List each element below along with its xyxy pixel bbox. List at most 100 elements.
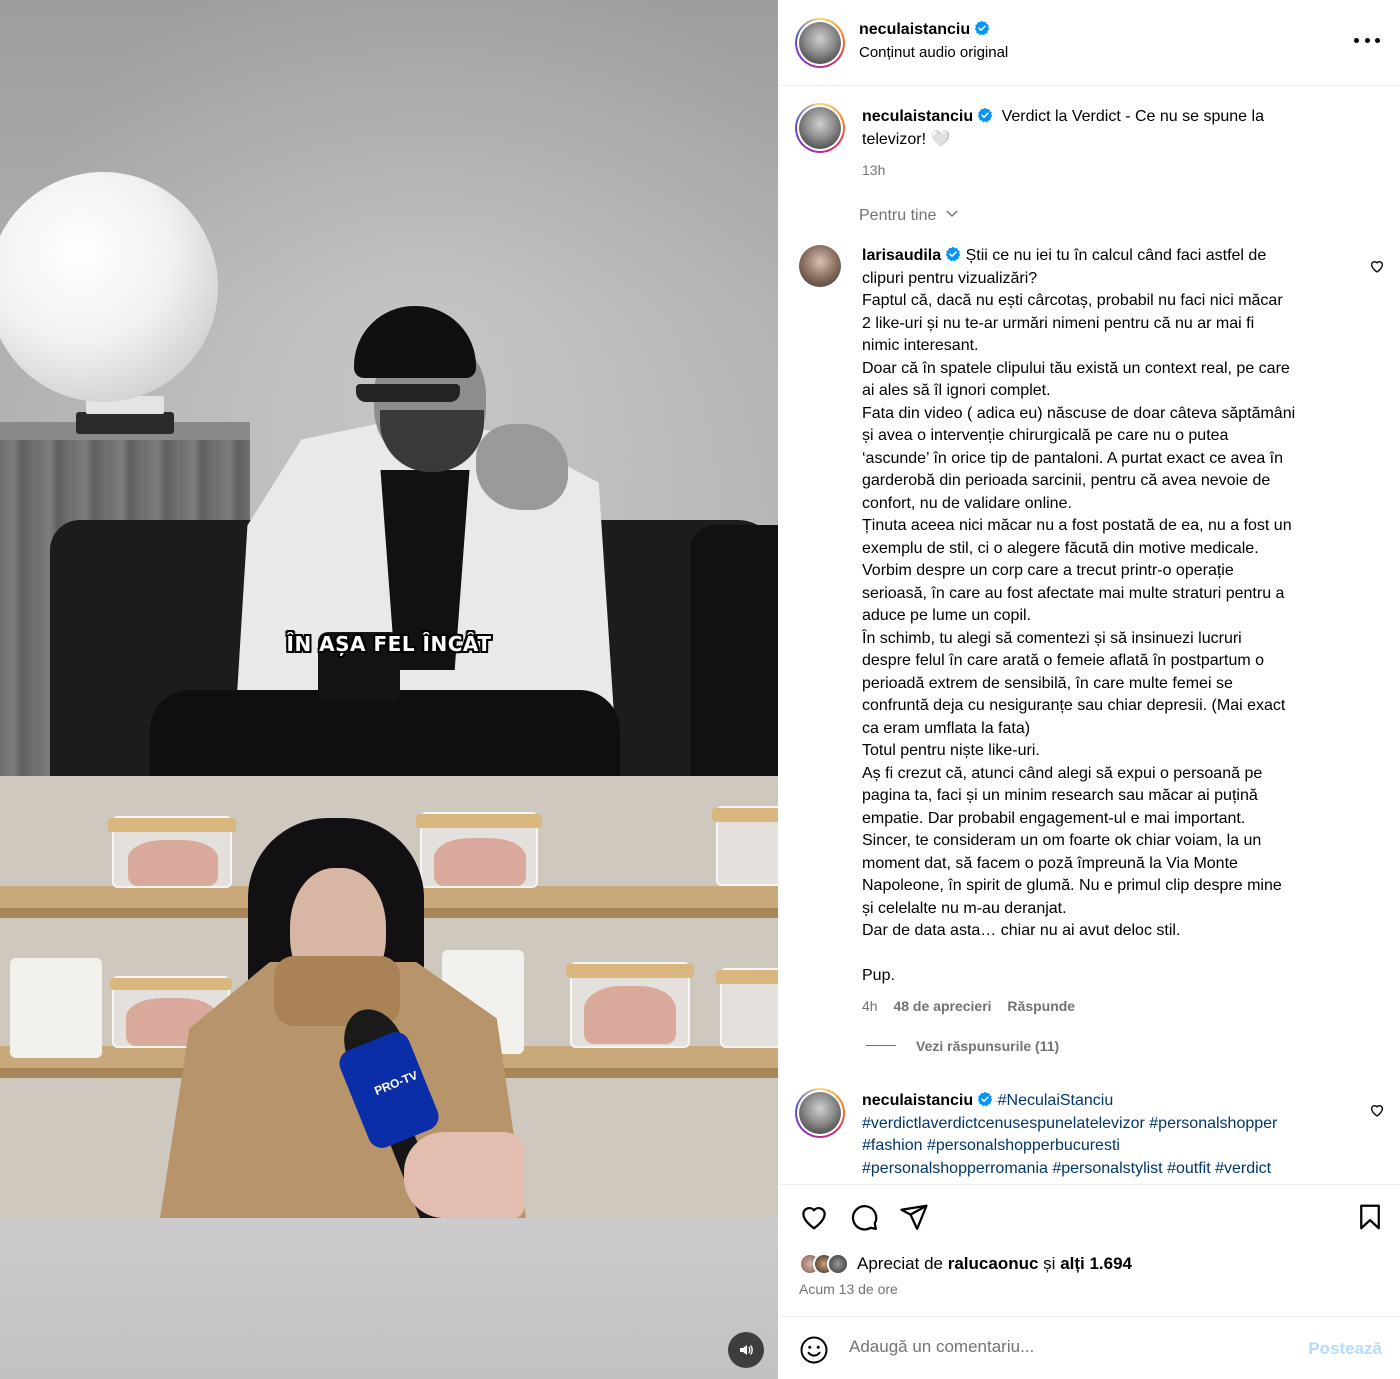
comment-line: Ținuta aceea nici măcar nu a fost postat… [862, 517, 1292, 534]
hashtag-link[interactable]: #fashion #personalshopperbucuresti [862, 1137, 1120, 1154]
comment-line: despre felul în care arată o femeie afla… [862, 652, 1265, 669]
comment-line: aduce pe lume un copil. [862, 607, 1031, 624]
jar-lid [416, 814, 542, 828]
comment-line: clipuri pentru vizualizări? [862, 269, 1038, 287]
share-icon[interactable] [899, 1202, 929, 1232]
comment-line: Doar că în spatele clipului tău există u… [862, 359, 1290, 377]
reel-video[interactable]: ÎN AȘA FEL ÎNCÂT PRO-TV [0, 0, 778, 1379]
more-options-button[interactable] [1354, 30, 1380, 50]
caption-username[interactable]: neculaistanciu [862, 108, 973, 125]
comment-line: confort, nu de validare online. [862, 494, 1072, 512]
sort-label: Pentru tine [859, 207, 937, 224]
man-hand [476, 424, 568, 510]
audio-label[interactable]: Conținut audio original [859, 44, 1008, 61]
caption-time[interactable]: 13h [862, 159, 1332, 182]
chevron-down-icon [946, 210, 958, 218]
comment-line: Totul pentru niște like-uri. [862, 742, 1040, 759]
comment-line: Fata din video ( adica eu) născuse de do… [862, 404, 1296, 422]
liked-and: și [1043, 1254, 1056, 1273]
post-header: neculaistanciu Conținut audio original [779, 0, 1400, 86]
comment-line: ‘ascunde’ în orice tip de pantaloni. A p… [862, 449, 1284, 467]
view-replies-button[interactable]: Vezi răspunsurile (11) [862, 1038, 1352, 1054]
more-horizontal-icon [1354, 37, 1359, 43]
verified-badge-icon [977, 107, 993, 123]
comment-line: și avea o intervenție chirurgicală pe ca… [862, 427, 1229, 444]
comment-line: exemplu de stil, ci o alegere făcută din… [862, 539, 1259, 557]
hashtag-link[interactable]: #verdictlaverdictcenusespunelatelevizor … [862, 1115, 1277, 1132]
author-avatar[interactable] [795, 18, 845, 68]
post-caption: neculaistanciu Verdict la Verdict - Ce n… [862, 105, 1332, 182]
likes-text: Apreciat de ralucaonuc și alți 1.694 [857, 1254, 1132, 1274]
speaker-icon [740, 1345, 753, 1355]
bookmark-icon[interactable] [1355, 1202, 1385, 1232]
comment-line: Sincer, te consideram un om foarte ok ch… [862, 832, 1262, 849]
hashtag-link[interactable]: #personalshopperromania #personalstylist… [862, 1160, 1271, 1177]
comment-like-heart-icon[interactable] [1369, 1102, 1385, 1118]
hashtag-comment-avatar[interactable] [795, 1088, 845, 1138]
liked-user[interactable]: ralucaonuc [948, 1254, 1039, 1273]
comment-line: confruntă deja cu nesiguranțe sau chiar … [862, 697, 1286, 714]
paper-roll [10, 958, 102, 1058]
comment-meta: 4h 48 de aprecieri Răspunde [862, 998, 1352, 1014]
liked-others[interactable]: alți 1.694 [1060, 1254, 1132, 1273]
author-username[interactable]: neculaistanciu [859, 21, 970, 38]
lamp-base [76, 412, 174, 434]
comment-line: ca eram umflata la fata) [862, 719, 1031, 737]
commenter-avatar[interactable] [799, 245, 841, 287]
man-sunglasses [356, 384, 460, 402]
comment-icon[interactable] [849, 1202, 879, 1232]
comments-section[interactable]: neculaistanciu Verdict la Verdict - Ce n… [779, 87, 1400, 1183]
reporter-hand [404, 1132, 524, 1218]
comment-line: Aș fi crezut că, atunci când alegi să ex… [862, 764, 1263, 782]
mute-button[interactable] [728, 1332, 764, 1368]
caption-avatar[interactable] [795, 103, 845, 153]
comment-line: perioadă extrem de sensibilă, în care mu… [862, 674, 1233, 692]
video-bottom-scene: PRO-TV [0, 776, 778, 1218]
comment-line: Știi ce nu iei tu în calcul când faci as… [965, 247, 1267, 264]
jar-lid [110, 978, 232, 990]
comment-time[interactable]: 4h [862, 998, 878, 1014]
like-heart-icon[interactable] [799, 1202, 829, 1232]
comment-blank-line [862, 943, 1352, 966]
jar-lid [712, 808, 778, 822]
comment-line: moment dat, să facem o poză împreună la … [862, 854, 1238, 872]
post-actions: Apreciat de ralucaonuc și alți 1.694 Acu… [779, 1184, 1400, 1316]
video-subtitle: ÎN AȘA FEL ÎNCÂT [286, 632, 492, 656]
comment-line: nimic interesant. [862, 337, 979, 354]
hashtag-comment-body: neculaistanciu #NeculaiStanciu #verdictl… [862, 1090, 1352, 1180]
comment-line: 2 like-uri și nu te-ar urmări nimeni pen… [862, 314, 1255, 332]
likes-summary[interactable]: Apreciat de ralucaonuc și alți 1.694 [799, 1251, 1132, 1277]
liker-avatar [827, 1253, 849, 1275]
man-legs [150, 690, 620, 776]
verified-badge-icon [945, 246, 961, 262]
comment-line: Pup. [862, 967, 895, 984]
comment-line: și celelalte nu m-au deranjat. [862, 899, 1067, 917]
reply-button[interactable]: Răspunde [1007, 998, 1075, 1014]
comment-likes[interactable]: 48 de aprecieri [893, 998, 991, 1014]
post-comment-button[interactable]: Postează [1308, 1339, 1382, 1359]
comment-line: În schimb, tu alegi să comentezi și să i… [862, 629, 1242, 647]
commenter-username[interactable]: larisaudila [862, 247, 941, 264]
verified-badge-icon [974, 20, 990, 36]
comment-input[interactable] [849, 1337, 1289, 1357]
video-top-scene: ÎN AȘA FEL ÎNCÂT [0, 0, 778, 776]
hashtag-link[interactable]: #NeculaiStanciu [998, 1092, 1114, 1109]
liked-prefix: Apreciat de [857, 1254, 943, 1273]
jar-content [584, 986, 676, 1044]
post-time-ago[interactable]: Acum 13 de ore [799, 1281, 898, 1297]
emoji-icon[interactable] [799, 1335, 829, 1365]
hashtag-comment-username[interactable]: neculaistanciu [862, 1092, 973, 1109]
comment-body: larisaudila Știi ce nu iei tu în calcul … [862, 245, 1352, 988]
post-panel: neculaistanciu Conținut audio original n… [779, 0, 1400, 1379]
comment-like-heart-icon[interactable] [1369, 258, 1385, 274]
add-comment-bar: Postează [779, 1316, 1400, 1379]
jar-lid [108, 818, 236, 832]
jar-content [128, 840, 218, 886]
video-floor [0, 1218, 778, 1379]
comment-line: Faptul că, dacă nu ești cârcotaș, probab… [862, 292, 1283, 309]
view-replies-label: Vezi răspunsurile (11) [916, 1037, 1060, 1054]
sort-dropdown[interactable]: Pentru tine [859, 207, 959, 225]
jar-lid [566, 964, 694, 978]
comment-line: serioasă, în care au fost afectate mai m… [862, 584, 1285, 602]
jar-lid [716, 970, 778, 984]
